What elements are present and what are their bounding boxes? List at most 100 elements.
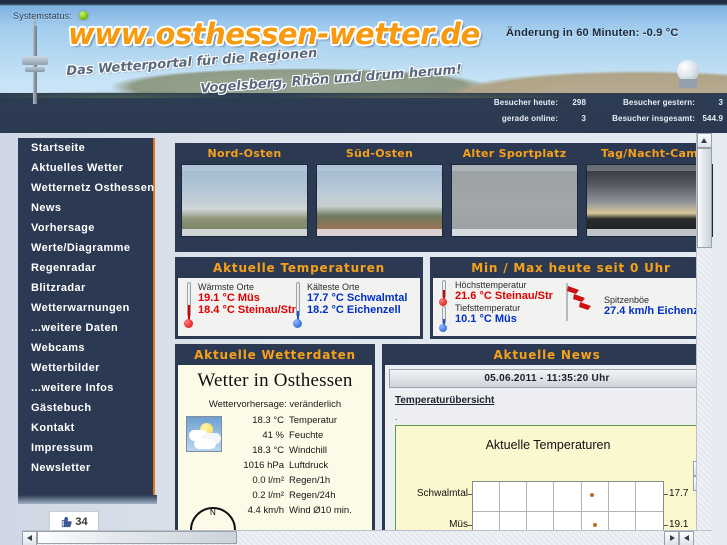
scrollbar-thumb[interactable]: [37, 531, 237, 544]
news-link-temperaturuebersicht[interactable]: Temperaturübersicht: [395, 395, 494, 406]
max-temp-label: Höchsttemperatur: [455, 280, 527, 290]
weather-name: Feuchte: [289, 430, 324, 441]
current-temperatures-body: Wärmste Orte 19.1 °C Müs 18.4 °C Steinau…: [178, 278, 420, 336]
webcam-image[interactable]: [316, 164, 443, 237]
scroll-left-button-2[interactable]: [679, 531, 694, 545]
weather-value: 18.3 °C: [252, 415, 284, 426]
weather-row: 18.3 °C Windchill: [227, 445, 352, 460]
weather-name: Regen/1h: [289, 475, 331, 486]
visitor-statistics: Besucher heute: 298 Besucher gestern: 3 …: [480, 94, 727, 126]
panel-title: Aktuelle News: [493, 348, 601, 362]
coldest-places-group: Kälteste Orte 17.7 °C Schwalmtal 18.2 °C…: [293, 282, 407, 328]
sidebar-navigation: Startseite Aktuelles Wetter Wetternetz O…: [18, 138, 157, 504]
sidebar-item-kontakt[interactable]: Kontakt: [18, 418, 153, 438]
webcam-title: Süd-Osten: [345, 147, 414, 160]
news-timestamp: 05.06.2011 - 11:35:20 Uhr: [389, 369, 705, 388]
sidebar-item-wetterwarnungen[interactable]: Wetterwarnungen: [18, 298, 153, 318]
gust-label: Spitzenböe: [604, 295, 650, 305]
visitors-total-value: 544.9: [702, 113, 723, 123]
sidebar-item-wetternetz-osthessen[interactable]: Wetternetz Osthessen: [18, 178, 154, 198]
gust-value: 27.4 km/h Eichenzell: [604, 305, 711, 317]
webcam-image[interactable]: [181, 164, 308, 237]
temperature-change-60min: Änderung in 60 Minuten: -0.9 °C: [506, 27, 679, 39]
page-scrollbar-horizontal[interactable]: [22, 530, 712, 545]
visitors-yesterday-label: Besucher gestern:: [623, 97, 695, 107]
like-count: 34: [75, 516, 88, 528]
weather-value: 4.4 km/h: [247, 505, 284, 516]
sidebar-item-gaestebuch[interactable]: Gästebuch: [18, 398, 153, 418]
warmest-label: Wärmste Orte: [198, 282, 255, 292]
webcam-tag-nacht-cam[interactable]: Tag/Nacht-Cam: [586, 143, 713, 237]
weather-row: 4.4 km/h Wind Ø10 min.: [227, 505, 352, 520]
sidebar-item-weitere-infos[interactable]: ...weitere Infos: [18, 378, 153, 398]
webcam-image[interactable]: [586, 164, 713, 237]
min-temp-value: 10.1 °C Müs: [455, 313, 517, 325]
sidebar-item-wetterbilder[interactable]: Wetterbilder: [18, 358, 153, 378]
minmax-panel: Min / Max heute seit 0 Uhr Höchsttempera…: [430, 257, 712, 339]
weather-row: 0.0 l/m² Regen/1h: [227, 475, 352, 490]
weather-value: 41 %: [262, 430, 284, 441]
weather-values-table: 18.3 °C Temperatur 41 % Feuchte 18.3 °C …: [178, 415, 372, 520]
browser-page: Systemstatus: www.osthessen-wetter.de Da…: [0, 0, 727, 545]
compass-north-label: N: [210, 508, 216, 517]
sidebar-item-aktuelles-wetter[interactable]: Aktuelles Wetter: [18, 158, 153, 178]
sidebar-item-regenradar[interactable]: Regenradar: [18, 258, 153, 278]
minmax-body: Höchsttemperatur 21.6 °C Steinau/Str Tie…: [433, 278, 711, 336]
chart-plot-area: [472, 481, 664, 531]
news-panel: Aktuelle News 05.06.2011 - 11:35:20 Uhr …: [382, 344, 712, 536]
webcam-sued-osten[interactable]: Süd-Osten: [316, 143, 443, 237]
site-logo[interactable]: www.osthessen-wetter.de: [68, 17, 480, 51]
current-weather-data-body: Wetter in Osthessen Wettervorhersage: ve…: [178, 365, 372, 531]
weather-name: Temperatur: [289, 415, 338, 426]
weather-value: 18.3 °C: [252, 445, 284, 456]
page-content: Startseite Aktuelles Wetter Wetternetz O…: [0, 133, 727, 545]
chart-ytick-0: Schwalmtal: [416, 488, 468, 499]
panel-title: Min / Max heute seit 0 Uhr: [471, 261, 671, 275]
webcam-title: Tag/Nacht-Cam: [600, 147, 699, 160]
weather-name: Luftdruck: [289, 460, 329, 471]
scrollbar-thumb[interactable]: [697, 148, 712, 248]
minmax-temps-group: Höchsttemperatur 21.6 °C Steinau/Str Tie…: [439, 280, 553, 332]
weather-name: Windchill: [289, 445, 328, 456]
scroll-right-button[interactable]: [664, 531, 679, 545]
scroll-up-button[interactable]: [697, 133, 712, 148]
page-scrollbar-vertical[interactable]: [696, 133, 712, 545]
chart-ytick-1: Müs: [449, 519, 468, 530]
webcam-title: Nord-Osten: [207, 147, 282, 160]
sidebar-item-news[interactable]: News: [18, 198, 153, 218]
webcams-panel: Nord-Osten Süd-Osten Alter Sportplatz Ta…: [175, 143, 713, 252]
min-temp-label: Tiefsttemperatur: [455, 303, 521, 313]
thumbs-up-icon: [60, 516, 73, 529]
chart-point-schwalmtal: [589, 493, 594, 497]
sidebar-item-webcams[interactable]: Webcams: [18, 338, 153, 358]
visitor-stats-row: Besucher heute: 298 Besucher gestern: 3: [480, 94, 727, 110]
sidebar-item-impressum[interactable]: Impressum: [18, 438, 153, 458]
scroll-left-button[interactable]: [22, 531, 37, 545]
weather-value: 0.0 l/m²: [252, 475, 284, 486]
webcam-title: Alter Sportplatz: [462, 147, 567, 160]
sidebar-item-blitzradar[interactable]: Blitzradar: [18, 278, 153, 298]
site-header: Systemstatus: www.osthessen-wetter.de Da…: [0, 0, 727, 133]
sidebar-item-startseite[interactable]: Startseite: [18, 138, 153, 158]
panel-title: Aktuelle Wetterdaten: [194, 348, 356, 362]
weather-row: 41 % Feuchte: [227, 430, 352, 445]
chart-title: Aktuelle Temperaturen: [485, 438, 611, 452]
weather-name: Wind Ø10 min.: [289, 505, 352, 516]
chart-value-0: 17.7: [669, 488, 689, 499]
webcam-alter-sportplatz[interactable]: Alter Sportplatz: [451, 143, 578, 237]
sidebar-item-weitere-daten[interactable]: ...weitere Daten: [18, 318, 153, 338]
system-status-label: Systemstatus:: [13, 11, 73, 21]
weather-row: 0.2 l/m² Regen/24h: [227, 490, 352, 505]
webcam-image[interactable]: [451, 164, 578, 237]
warmest-value-1: 19.1 °C Müs: [198, 292, 260, 304]
main-column: Nord-Osten Süd-Osten Alter Sportplatz Ta…: [160, 133, 713, 545]
weather-name: Regen/24h: [289, 490, 336, 501]
sidebar-item-werte-diagramme[interactable]: Werte/Diagramme: [18, 238, 153, 258]
sidebar-item-newsletter[interactable]: Newsletter: [18, 458, 153, 478]
coldest-value-1: 17.7 °C Schwalmtal: [307, 292, 408, 304]
chart-point-mues: [592, 523, 597, 527]
online-now-value: 3: [581, 113, 586, 123]
webcam-nord-osten[interactable]: Nord-Osten: [181, 143, 308, 237]
sidebar-item-vorhersage[interactable]: Vorhersage: [18, 218, 153, 238]
warmest-value-2: 18.4 °C Steinau/Str: [198, 304, 296, 316]
